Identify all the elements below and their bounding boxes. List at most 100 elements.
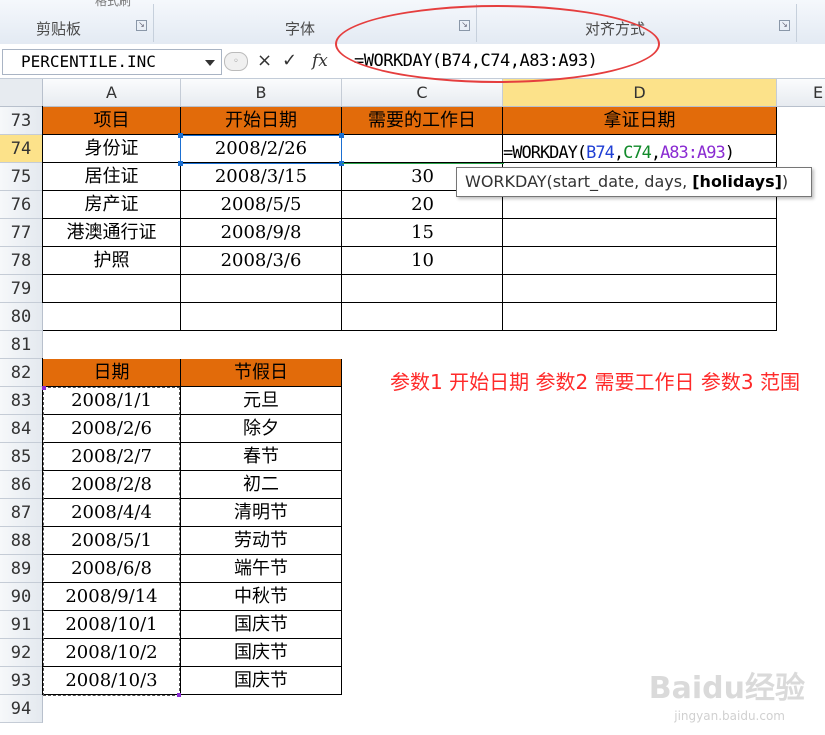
table1-header-cell[interactable]: 项目 bbox=[43, 107, 181, 135]
table1-cell[interactable]: 居住证 bbox=[43, 163, 181, 191]
table1-cell[interactable] bbox=[342, 303, 503, 331]
ribbon-separator bbox=[153, 4, 154, 42]
table2-cell[interactable]: 除夕 bbox=[181, 415, 342, 443]
clipboard-launcher-icon[interactable]: ↘ bbox=[136, 20, 147, 31]
table2-cell[interactable]: 2008/10/2 bbox=[43, 639, 181, 667]
row-header-83[interactable]: 83 bbox=[0, 387, 43, 415]
row-header-81[interactable]: 81 bbox=[0, 331, 43, 359]
table1-cell[interactable] bbox=[503, 219, 777, 247]
table2-cell[interactable]: 中秋节 bbox=[181, 583, 342, 611]
formula-arg-start-date: B74 bbox=[586, 143, 615, 163]
table2-cell[interactable]: 初二 bbox=[181, 471, 342, 499]
cell-edit-formula[interactable]: =WORKDAY(B74,C74,A83:A93) bbox=[503, 139, 735, 167]
ribbon-separator bbox=[796, 4, 797, 42]
table2-cell[interactable]: 2008/2/6 bbox=[43, 415, 181, 443]
table2-cell[interactable]: 端午节 bbox=[181, 555, 342, 583]
table2-header-cell[interactable]: 节假日 bbox=[181, 359, 342, 387]
table1-cell[interactable]: 2008/2/26 bbox=[181, 135, 342, 163]
table1-header-cell[interactable]: 开始日期 bbox=[181, 107, 342, 135]
table2-cell[interactable]: 2008/10/3 bbox=[43, 667, 181, 695]
cancel-icon[interactable]: × bbox=[257, 48, 272, 74]
tooltip-signature: WORKDAY(start_date, days, bbox=[465, 172, 693, 191]
column-header-e[interactable]: E bbox=[777, 79, 825, 107]
table2-cell[interactable]: 劳动节 bbox=[181, 527, 342, 555]
font-group-label: 字体 bbox=[285, 20, 316, 38]
table1-cell[interactable] bbox=[43, 303, 181, 331]
enter-icon[interactable]: ✓ bbox=[282, 48, 297, 74]
row-header-73[interactable]: 73 bbox=[0, 107, 43, 135]
formula-arg-holidays: A83:A93 bbox=[660, 143, 726, 163]
row-header-79[interactable]: 79 bbox=[0, 275, 43, 303]
name-box-value: PERCENTILE.INC bbox=[21, 52, 156, 71]
row-header-94[interactable]: 94 bbox=[0, 695, 43, 723]
row-header-90[interactable]: 90 bbox=[0, 583, 43, 611]
row-header-86[interactable]: 86 bbox=[0, 471, 43, 499]
formula-bar-grip-icon[interactable]: ◦ bbox=[224, 52, 248, 71]
row-header-88[interactable]: 88 bbox=[0, 527, 43, 555]
row-header-84[interactable]: 84 bbox=[0, 415, 43, 443]
table1-cell[interactable]: 身份证 bbox=[43, 135, 181, 163]
table1-cell[interactable] bbox=[503, 275, 777, 303]
row-header-74[interactable]: 74 bbox=[0, 135, 43, 163]
table2-cell[interactable]: 2008/6/8 bbox=[43, 555, 181, 583]
table2-cell[interactable]: 2008/1/1 bbox=[43, 387, 181, 415]
function-tooltip[interactable]: WORKDAY(start_date, days, [holidays]) bbox=[456, 167, 812, 197]
column-header-c[interactable]: C bbox=[342, 79, 503, 107]
table1-cell[interactable]: 房产证 bbox=[43, 191, 181, 219]
table2-cell[interactable]: 2008/9/14 bbox=[43, 583, 181, 611]
column-header-d[interactable]: D bbox=[503, 79, 777, 107]
table2-cell[interactable]: 国庆节 bbox=[181, 611, 342, 639]
table1-cell[interactable] bbox=[342, 135, 503, 163]
table1-header-cell[interactable]: 需要的工作日 bbox=[342, 107, 503, 135]
table1-cell[interactable]: 2008/3/15 bbox=[181, 163, 342, 191]
row-header-85[interactable]: 85 bbox=[0, 443, 43, 471]
row-header-80[interactable]: 80 bbox=[0, 303, 43, 331]
table2-cell[interactable]: 2008/2/8 bbox=[43, 471, 181, 499]
row-header-77[interactable]: 77 bbox=[0, 219, 43, 247]
table2-cell[interactable]: 2008/4/4 bbox=[43, 499, 181, 527]
table1-cell[interactable] bbox=[181, 303, 342, 331]
row-header-82[interactable]: 82 bbox=[0, 359, 43, 387]
table2-cell[interactable]: 元旦 bbox=[181, 387, 342, 415]
name-box[interactable]: PERCENTILE.INC bbox=[2, 49, 222, 75]
table1-cell[interactable]: 15 bbox=[342, 219, 503, 247]
table1-cell[interactable] bbox=[503, 303, 777, 331]
table2-cell[interactable]: 春节 bbox=[181, 443, 342, 471]
row-header-75[interactable]: 75 bbox=[0, 163, 43, 191]
column-header-b[interactable]: B bbox=[181, 79, 342, 107]
insert-function-icon[interactable]: fx bbox=[312, 48, 328, 74]
table2-cell[interactable]: 2008/10/1 bbox=[43, 611, 181, 639]
table1-cell[interactable]: 2008/9/8 bbox=[181, 219, 342, 247]
table1-cell[interactable] bbox=[503, 247, 777, 275]
format-painter-label[interactable]: 格式刷 bbox=[95, 0, 131, 9]
table2-cell[interactable]: 国庆节 bbox=[181, 639, 342, 667]
row-header-89[interactable]: 89 bbox=[0, 555, 43, 583]
table1-cell[interactable]: 护照 bbox=[43, 247, 181, 275]
font-launcher-icon[interactable]: ↘ bbox=[459, 20, 470, 31]
column-header-a[interactable]: A bbox=[43, 79, 181, 107]
table2-cell[interactable]: 国庆节 bbox=[181, 667, 342, 695]
row-header-87[interactable]: 87 bbox=[0, 499, 43, 527]
table2-header-cell[interactable]: 日期 bbox=[43, 359, 181, 387]
table1-cell[interactable] bbox=[181, 275, 342, 303]
row-header-93[interactable]: 93 bbox=[0, 667, 43, 695]
table2-cell[interactable]: 清明节 bbox=[181, 499, 342, 527]
select-all-corner[interactable] bbox=[0, 79, 43, 107]
row-header-76[interactable]: 76 bbox=[0, 191, 43, 219]
row-header-78[interactable]: 78 bbox=[0, 247, 43, 275]
table1-cell[interactable]: 2008/5/5 bbox=[181, 191, 342, 219]
alignment-launcher-icon[interactable]: ↘ bbox=[779, 20, 790, 31]
table2-cell[interactable]: 2008/5/1 bbox=[43, 527, 181, 555]
row-header-92[interactable]: 92 bbox=[0, 639, 43, 667]
formula-input[interactable]: =WORKDAY(B74,C74,A83:A93) bbox=[340, 48, 822, 74]
row-header-91[interactable]: 91 bbox=[0, 611, 43, 639]
table1-header-cell[interactable]: 拿证日期 bbox=[503, 107, 777, 135]
table1-cell[interactable]: 港澳通行证 bbox=[43, 219, 181, 247]
table1-cell[interactable]: 2008/3/6 bbox=[181, 247, 342, 275]
table2-cell[interactable]: 2008/2/7 bbox=[43, 443, 181, 471]
chevron-down-icon[interactable] bbox=[205, 60, 215, 66]
table1-cell[interactable] bbox=[43, 275, 181, 303]
table1-cell[interactable]: 10 bbox=[342, 247, 503, 275]
table1-cell[interactable] bbox=[342, 275, 503, 303]
formula-prefix: =WORKDAY( bbox=[503, 143, 587, 163]
